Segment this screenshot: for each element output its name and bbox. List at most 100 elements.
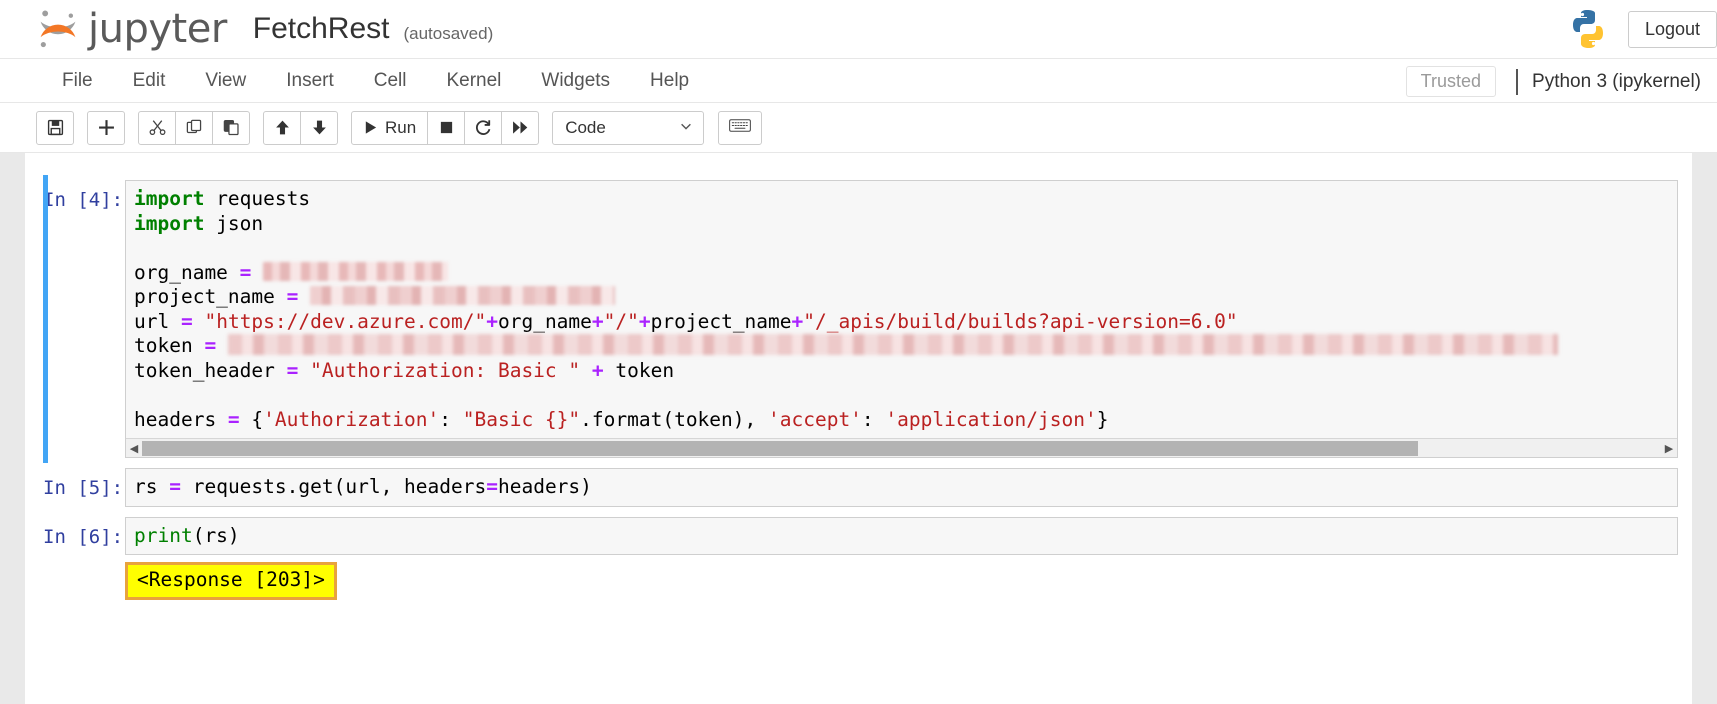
cell-prompt-3: In [6]: — [43, 525, 124, 548]
code-token: = — [227, 407, 240, 431]
cell-input-1[interactable]: import requests import json org_name = pro… — [125, 180, 1678, 458]
scrollbar-track[interactable] — [142, 439, 1661, 457]
code-cell-2[interactable]: In [5]: rs = requests.get(url, headers=h… — [25, 463, 1692, 512]
run-button-label: Run — [385, 117, 417, 137]
logout-button[interactable]: Logout — [1627, 10, 1717, 48]
menu-view[interactable]: View — [185, 58, 266, 103]
restart-and-run-all-button[interactable] — [501, 110, 540, 145]
response-output-text: <Response [203]> — [125, 562, 337, 600]
scrollbar-thumb[interactable] — [142, 440, 1418, 456]
paste-cell-button[interactable] — [212, 110, 250, 145]
restart-circular-arrow-icon — [475, 119, 492, 136]
menu-insert[interactable]: Insert — [266, 58, 354, 103]
scissors-icon — [149, 119, 166, 136]
copy-icon — [186, 119, 203, 136]
cell-output-area-3: <Response [203]> — [25, 560, 1692, 604]
save-button[interactable] — [36, 110, 74, 145]
notebook-toolbar: Run Code — [0, 103, 1717, 153]
insert-group — [87, 110, 125, 145]
code-token: = — [286, 285, 299, 308]
menu-cell[interactable]: Cell — [354, 58, 427, 103]
code-cell-3[interactable]: In [6]: print(rs) — [25, 512, 1692, 561]
floppy-disk-icon — [47, 119, 64, 136]
cell-type-value: Code — [565, 117, 606, 137]
code-token: "https://dev.azure.com/" — [204, 309, 487, 333]
code-token: org_name — [497, 309, 592, 333]
code-token: = — [180, 309, 193, 333]
code-line: project_name = — [134, 285, 1669, 310]
menu-bar: File Edit View Insert Cell Kernel Widget… — [0, 58, 1717, 103]
move-cell-down-button[interactable] — [300, 110, 338, 145]
code-token: requests — [204, 187, 311, 210]
code-token: headers — [134, 407, 228, 431]
cell-type-select[interactable]: Code — [552, 110, 705, 145]
insert-cell-below-button[interactable] — [87, 110, 125, 145]
code-line: import requests — [134, 187, 1669, 212]
move-group — [263, 110, 338, 145]
plus-icon — [98, 119, 115, 136]
menu-help[interactable]: Help — [630, 58, 709, 103]
play-triangle-icon — [363, 120, 378, 135]
app-header: jupyter FetchRest (autosaved) Logout — [0, 0, 1717, 58]
run-group: Run — [351, 110, 540, 145]
cell-input-3[interactable]: print(rs) — [125, 516, 1678, 555]
code-token: .format(token), — [580, 407, 768, 431]
arrow-up-icon — [274, 119, 291, 136]
kernel-indicator[interactable]: Python 3 (ipykernel) — [1532, 71, 1707, 93]
keyboard-icon — [729, 118, 752, 138]
output-prompt-3 — [43, 562, 125, 600]
scroll-left-arrow-icon[interactable]: ◀ — [126, 442, 142, 455]
menu-edit[interactable]: Edit — [113, 58, 186, 103]
code-token: "/_apis/build/builds?api-version=6.0" — [803, 309, 1238, 333]
code-token: url — [134, 309, 181, 333]
code-line: url = "https://dev.azure.com/"+org_name+… — [134, 310, 1669, 335]
command-palette-button[interactable] — [718, 110, 763, 145]
cell-prompt-2: In [5]: — [43, 477, 124, 499]
move-cell-up-button[interactable] — [263, 110, 301, 145]
copy-cell-button[interactable] — [175, 110, 213, 145]
menubar-status-group: Trusted Python 3 (ipykernel) — [1405, 59, 1707, 104]
code-source-1[interactable]: import requests import json org_name = pro… — [126, 187, 1677, 438]
code-line: token_header = "Authorization: Basic " +… — [134, 359, 1669, 384]
notebook-page: In [4]: import requests import json org_na… — [25, 153, 1692, 704]
restart-kernel-button[interactable] — [464, 110, 503, 145]
code-token: headers) — [497, 475, 592, 498]
code-source-2[interactable]: rs = requests.get(url, headers=headers) — [126, 475, 1677, 506]
scroll-right-arrow-icon[interactable]: ▶ — [1661, 442, 1677, 455]
code-token: 'Authorization' — [263, 407, 440, 431]
run-cell-button[interactable]: Run — [351, 110, 429, 145]
notebook-canvas: In [4]: import requests import json org_na… — [0, 153, 1717, 704]
cell-input-2[interactable]: rs = requests.get(url, headers=headers) — [125, 468, 1678, 507]
code-token: token — [134, 334, 205, 357]
code-source-3[interactable]: print(rs) — [126, 524, 1677, 555]
fast-forward-icon — [512, 119, 529, 136]
code-token: import — [134, 187, 205, 210]
menu-widgets[interactable]: Widgets — [521, 58, 630, 103]
code-line: rs = requests.get(url, headers=headers) — [134, 475, 1669, 500]
brand-text: jupyter — [88, 6, 227, 52]
stop-square-icon — [439, 120, 454, 135]
header-right-group: Logout — [1566, 0, 1717, 58]
jupyter-home-link[interactable]: jupyter — [34, 7, 227, 51]
code-line: print(rs) — [134, 524, 1669, 549]
code-line: token = — [134, 334, 1669, 359]
code-token: = — [239, 260, 252, 284]
notebook-title[interactable]: FetchRest — [253, 14, 390, 44]
menu-file[interactable]: File — [42, 58, 113, 103]
menu-kernel[interactable]: Kernel — [426, 58, 521, 103]
code-token: { — [239, 407, 264, 431]
code-token: "Basic {}" — [462, 407, 581, 431]
autosave-status: (autosaved) — [403, 23, 494, 43]
code-horizontal-scrollbar[interactable]: ◀ ▶ — [126, 438, 1677, 457]
code-cell-1[interactable]: In [4]: import requests import json org_na… — [25, 175, 1692, 463]
interrupt-kernel-button[interactable] — [427, 110, 466, 145]
trusted-badge[interactable]: Trusted — [1405, 66, 1497, 97]
cut-cell-button[interactable] — [138, 110, 176, 145]
code-token: : — [861, 407, 886, 431]
